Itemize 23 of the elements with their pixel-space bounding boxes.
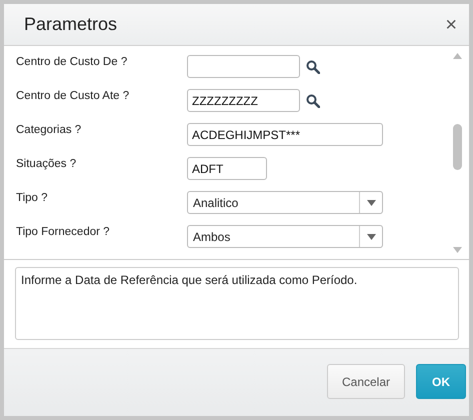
window-title: Parametros <box>24 14 118 35</box>
input-field[interactable] <box>187 55 300 78</box>
scroll-down-icon[interactable] <box>452 247 462 253</box>
search-icon[interactable] <box>306 94 320 108</box>
field-label: Centro de Custo De ? <box>16 55 128 68</box>
field-label: Centro de Custo Ate ? <box>16 89 130 102</box>
input-field[interactable]: ZZZZZZZZZ <box>187 89 300 112</box>
search-icon[interactable] <box>306 60 320 74</box>
caret-icon <box>366 234 376 240</box>
input-field[interactable]: ADFT <box>187 157 267 180</box>
scroll-up-icon[interactable] <box>452 53 462 59</box>
field-label: Categorias ? <box>16 123 82 136</box>
field-label: Situações ? <box>16 157 78 170</box>
dropdown[interactable]: Analitico <box>187 191 383 214</box>
caret-icon <box>366 200 376 206</box>
help-text: Informe a Data de Referência que será utilizada como Período. <box>21 273 358 287</box>
dropdown[interactable]: Ambos <box>187 225 383 248</box>
close-button[interactable]: × <box>445 14 457 34</box>
field-label: Tipo Fornecedor ? <box>16 225 111 238</box>
field-label: Tipo ? <box>16 191 49 204</box>
cancel-button[interactable]: Cancelar <box>327 364 405 399</box>
input-field[interactable]: ACDEGHIJMPST*** <box>187 123 383 146</box>
scroll-thumb[interactable] <box>452 124 462 170</box>
